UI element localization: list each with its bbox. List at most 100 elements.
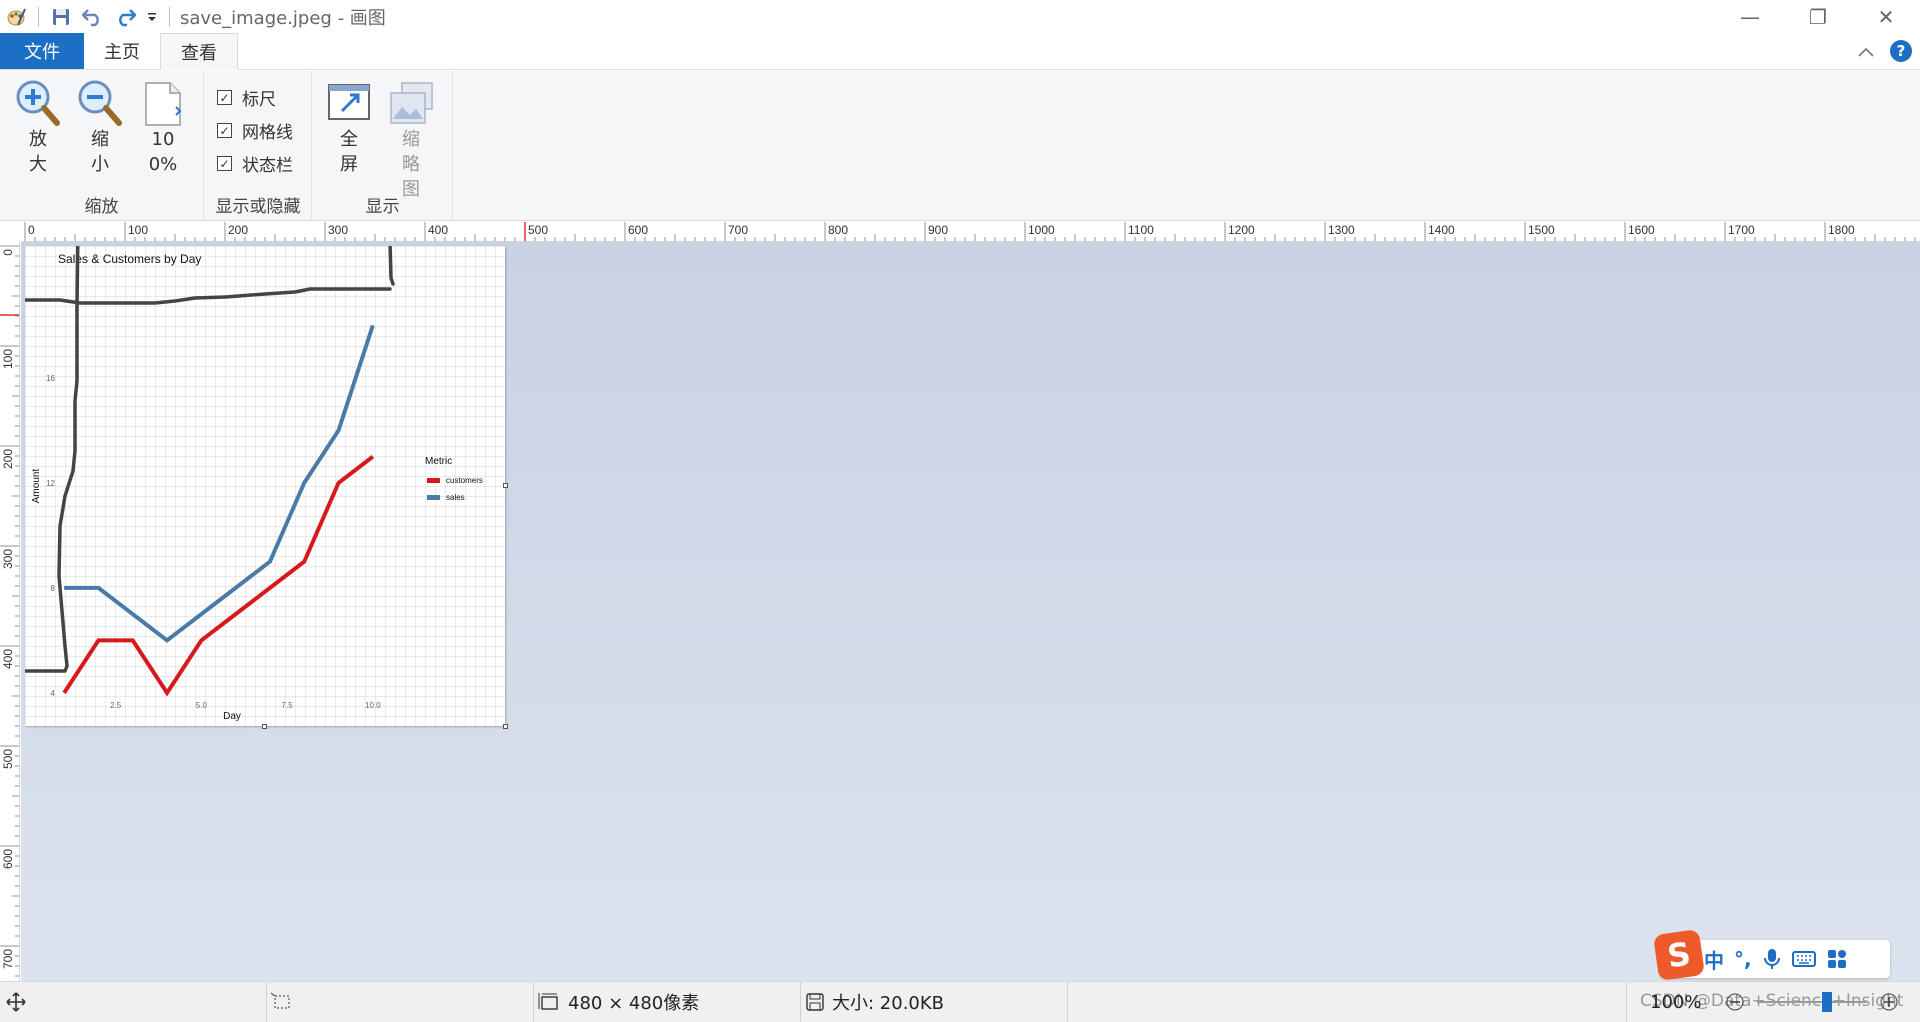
collapse-ribbon-icon[interactable] xyxy=(1858,42,1874,61)
ruler-label: 700 xyxy=(1,949,15,969)
qat-separator xyxy=(38,7,39,27)
move-cursor-icon xyxy=(6,992,26,1012)
ruler-label: 1100 xyxy=(1128,223,1154,237)
ime-punctuation[interactable]: °, xyxy=(1734,947,1752,971)
x-tick-label: 2.5 xyxy=(110,701,122,710)
status-divider xyxy=(266,982,267,1022)
status-divider xyxy=(800,982,801,1022)
apps-icon[interactable] xyxy=(1826,948,1848,970)
canvas-workspace[interactable]: Sales & Customers by Day Amount Day 4 8 12… xyxy=(21,242,1920,981)
legend-title: Metric xyxy=(425,456,452,467)
tab-home[interactable]: 主页 xyxy=(84,33,160,69)
keyboard-icon[interactable] xyxy=(1791,950,1816,968)
ruler-label: 800 xyxy=(828,223,848,237)
x-tick-label: 10.0 xyxy=(365,701,381,710)
image-dimensions: 480 × 480像素 xyxy=(538,982,699,1022)
ruler-corner xyxy=(0,222,22,242)
ruler-label: 标尺 xyxy=(242,90,276,110)
display-group-label: 显示 xyxy=(365,197,400,217)
horizontal-ruler-ticks: 0 100 200 300 400 500 600 700 800 900 1000 1100 1200… xyxy=(24,222,1916,241)
ruler-label: 300 xyxy=(1,549,15,569)
ruler-label: 1500 xyxy=(1528,223,1555,237)
resize-handle-right[interactable] xyxy=(503,483,508,488)
ruler-label: 0 xyxy=(1,249,15,256)
ruler-label: 600 xyxy=(1,849,15,869)
y-tick-label: 16 xyxy=(46,374,55,383)
y-tick-label: 4 xyxy=(51,689,56,698)
y-tick-label: 8 xyxy=(51,584,56,593)
ruler-label: 900 xyxy=(928,223,948,237)
statusbar-checkbox[interactable]: ✓ 状态栏 xyxy=(217,151,293,176)
image-size-icon xyxy=(538,993,558,1010)
window-title: save_image.jpeg - 画图 xyxy=(180,8,386,29)
selection-icon xyxy=(270,992,290,1009)
legend-swatch-customers xyxy=(427,478,440,483)
ruler-label: 600 xyxy=(628,223,648,237)
thumbnail-icon xyxy=(390,82,433,124)
ruler-label: 300 xyxy=(328,223,348,237)
ruler-label: 100 xyxy=(128,223,148,237)
save-icon xyxy=(806,993,824,1011)
statusbar-label: 状态栏 xyxy=(242,156,293,176)
qat-separator xyxy=(169,7,170,27)
title-bar: save_image.jpeg - 画图 — ❐ ✕ xyxy=(0,0,1920,34)
save-icon[interactable] xyxy=(49,5,73,29)
dimensions-text: 480 × 480像素 xyxy=(568,993,700,1014)
ruler-label: 500 xyxy=(528,223,548,237)
ribbon: 放大 缩小 100% 缩放 ✓ 标尺 ✓ 网格线 ✓ 状态栏 显示或隐藏 全屏 … xyxy=(0,71,1920,221)
status-bar: 480 × 480像素 大小: 20.0KB CSDN @Data+Scienc… xyxy=(0,981,1920,1022)
resize-handle-corner[interactable] xyxy=(503,724,508,729)
vertical-ruler: 0 100 200 300 400 500 600 700 xyxy=(0,242,20,981)
checkmark-icon: ✓ xyxy=(217,90,232,105)
page-icon xyxy=(145,82,182,126)
window-controls: — ❐ ✕ xyxy=(1716,0,1920,34)
ruler-label: 500 xyxy=(1,749,15,769)
restore-button[interactable]: ❐ xyxy=(1784,0,1852,34)
close-button[interactable]: ✕ xyxy=(1852,0,1920,34)
file-size-text: 大小: 20.0KB xyxy=(832,993,945,1014)
ruler-label: 1400 xyxy=(1428,223,1455,237)
thumbnail-button[interactable]: 缩略图 xyxy=(383,79,439,202)
zoom-group: 放大 缩小 100% 缩放 xyxy=(0,71,204,221)
resize-handle-bottom[interactable] xyxy=(262,724,267,729)
zoom-out-button[interactable]: 缩小 xyxy=(72,79,128,177)
ruler-label: 200 xyxy=(1,449,15,469)
ruler-label: 400 xyxy=(1,649,15,669)
zoom-out-circle-icon[interactable] xyxy=(1725,992,1745,1012)
checkmark-icon: ✓ xyxy=(217,156,232,171)
actual-size-button[interactable]: 100% xyxy=(135,79,191,177)
status-divider xyxy=(1067,982,1068,1022)
fullscreen-button[interactable]: 全屏 xyxy=(321,79,377,177)
show-hide-group: ✓ 标尺 ✓ 网格线 ✓ 状态栏 显示或隐藏 xyxy=(205,71,312,221)
display-group: 全屏 缩略图 显示 xyxy=(313,71,453,221)
minimize-button[interactable]: — xyxy=(1716,0,1784,34)
ime-toolbar[interactable]: S 中 °, xyxy=(1653,929,1890,981)
file-size: 大小: 20.0KB xyxy=(806,982,944,1022)
gridlines-checkbox[interactable]: ✓ 网格线 xyxy=(217,118,293,143)
zoom-in-button[interactable]: 放大 xyxy=(10,79,66,177)
ime-mode[interactable]: 中 xyxy=(1704,945,1724,974)
zoom-slider[interactable] xyxy=(1757,992,1868,1012)
ruler-label: 1700 xyxy=(1728,223,1755,237)
zoom-in-circle-icon[interactable] xyxy=(1879,992,1899,1012)
image-canvas[interactable]: Sales & Customers by Day Amount Day 4 8 12… xyxy=(23,242,508,729)
ruler-label: 400 xyxy=(428,223,448,237)
ruler-checkbox[interactable]: ✓ 标尺 xyxy=(217,85,276,110)
redo-icon[interactable] xyxy=(113,5,137,29)
ime-logo[interactable]: S xyxy=(1653,929,1705,981)
ruler-label: 700 xyxy=(728,223,748,237)
zoom-slider-thumb[interactable] xyxy=(1822,992,1833,1012)
customize-qat-icon[interactable] xyxy=(145,5,159,29)
gridlines xyxy=(25,246,505,726)
tab-view[interactable]: 查看 xyxy=(160,33,238,70)
ruler-label: 1200 xyxy=(1228,223,1255,237)
paint-app-icon[interactable] xyxy=(4,5,28,29)
microphone-icon[interactable] xyxy=(1762,948,1782,970)
status-divider xyxy=(1626,982,1627,1022)
help-icon[interactable]: ? xyxy=(1890,40,1912,62)
tab-file[interactable]: 文件 xyxy=(0,33,84,69)
ribbon-right-controls: ? xyxy=(1858,40,1912,62)
ruler-label: 100 xyxy=(1,349,15,369)
selection-size xyxy=(270,982,292,1022)
undo-icon[interactable] xyxy=(81,5,105,29)
